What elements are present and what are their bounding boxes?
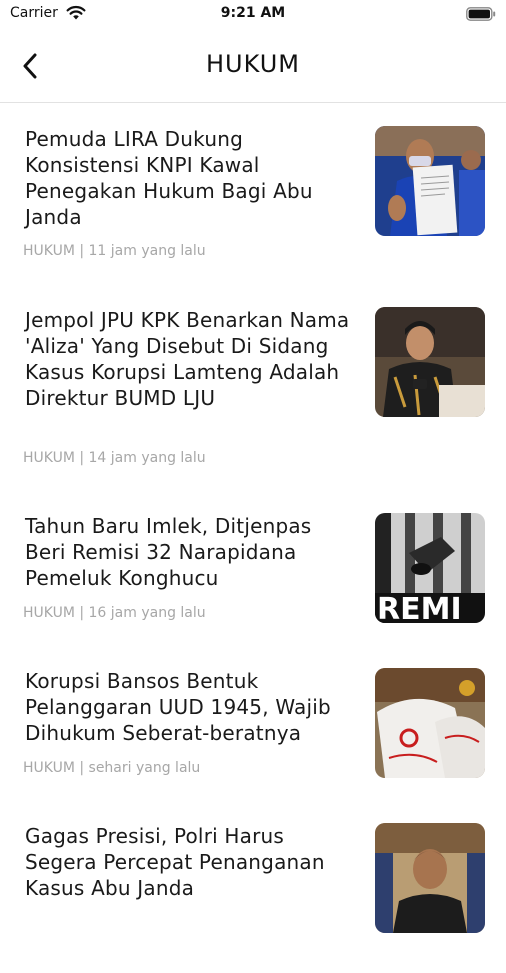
article-meta: HUKUM | 11 jam yang lalu [23,243,206,259]
list-item[interactable]: Tahun Baru Imlek, Ditjenpas Beri Remisi … [0,513,506,663]
page-title: HUKUM [206,50,300,78]
list-item[interactable]: Jempol JPU KPK Benarkan Nama 'Aliza' Yan… [0,307,506,466]
article-title[interactable]: Jempol JPU KPK Benarkan Nama 'Aliza' Yan… [25,307,355,411]
article-meta: HUKUM | 14 jam yang lalu [23,450,206,466]
article-thumbnail[interactable] [375,668,485,778]
clock: 9:21 AM [220,5,286,21]
article-title[interactable]: Pemuda LIRA Dukung Konsistensi KNPI Kawa… [25,126,355,230]
article-meta: HUKUM | 16 jam yang lalu [23,605,206,621]
article-thumbnail[interactable] [375,823,485,933]
list-item[interactable]: Korupsi Bansos Bentuk Pelanggaran UUD 19… [0,668,506,818]
article-title[interactable]: Tahun Baru Imlek, Ditjenpas Beri Remisi … [25,513,355,591]
svg-text:REMI: REMI [377,592,462,623]
article-title[interactable]: Gagas Presisi, Polri Harus Segera Percep… [25,823,355,901]
article-meta: HUKUM | sehari yang lalu [23,760,201,776]
article-title[interactable]: Korupsi Bansos Bentuk Pelanggaran UUD 19… [25,668,355,746]
list-item[interactable]: Pemuda LIRA Dukung Konsistensi KNPI Kawa… [0,126,506,276]
list-item[interactable]: Gagas Presisi, Polri Harus Segera Percep… [0,823,506,973]
article-thumbnail[interactable] [375,307,485,417]
article-thumbnail[interactable]: REMI [375,513,485,623]
nav-bar: HUKUM [0,30,506,103]
status-bar: Carrier 9:21 AM [0,0,506,30]
article-thumbnail[interactable] [375,126,485,236]
battery-icon [466,6,496,25]
